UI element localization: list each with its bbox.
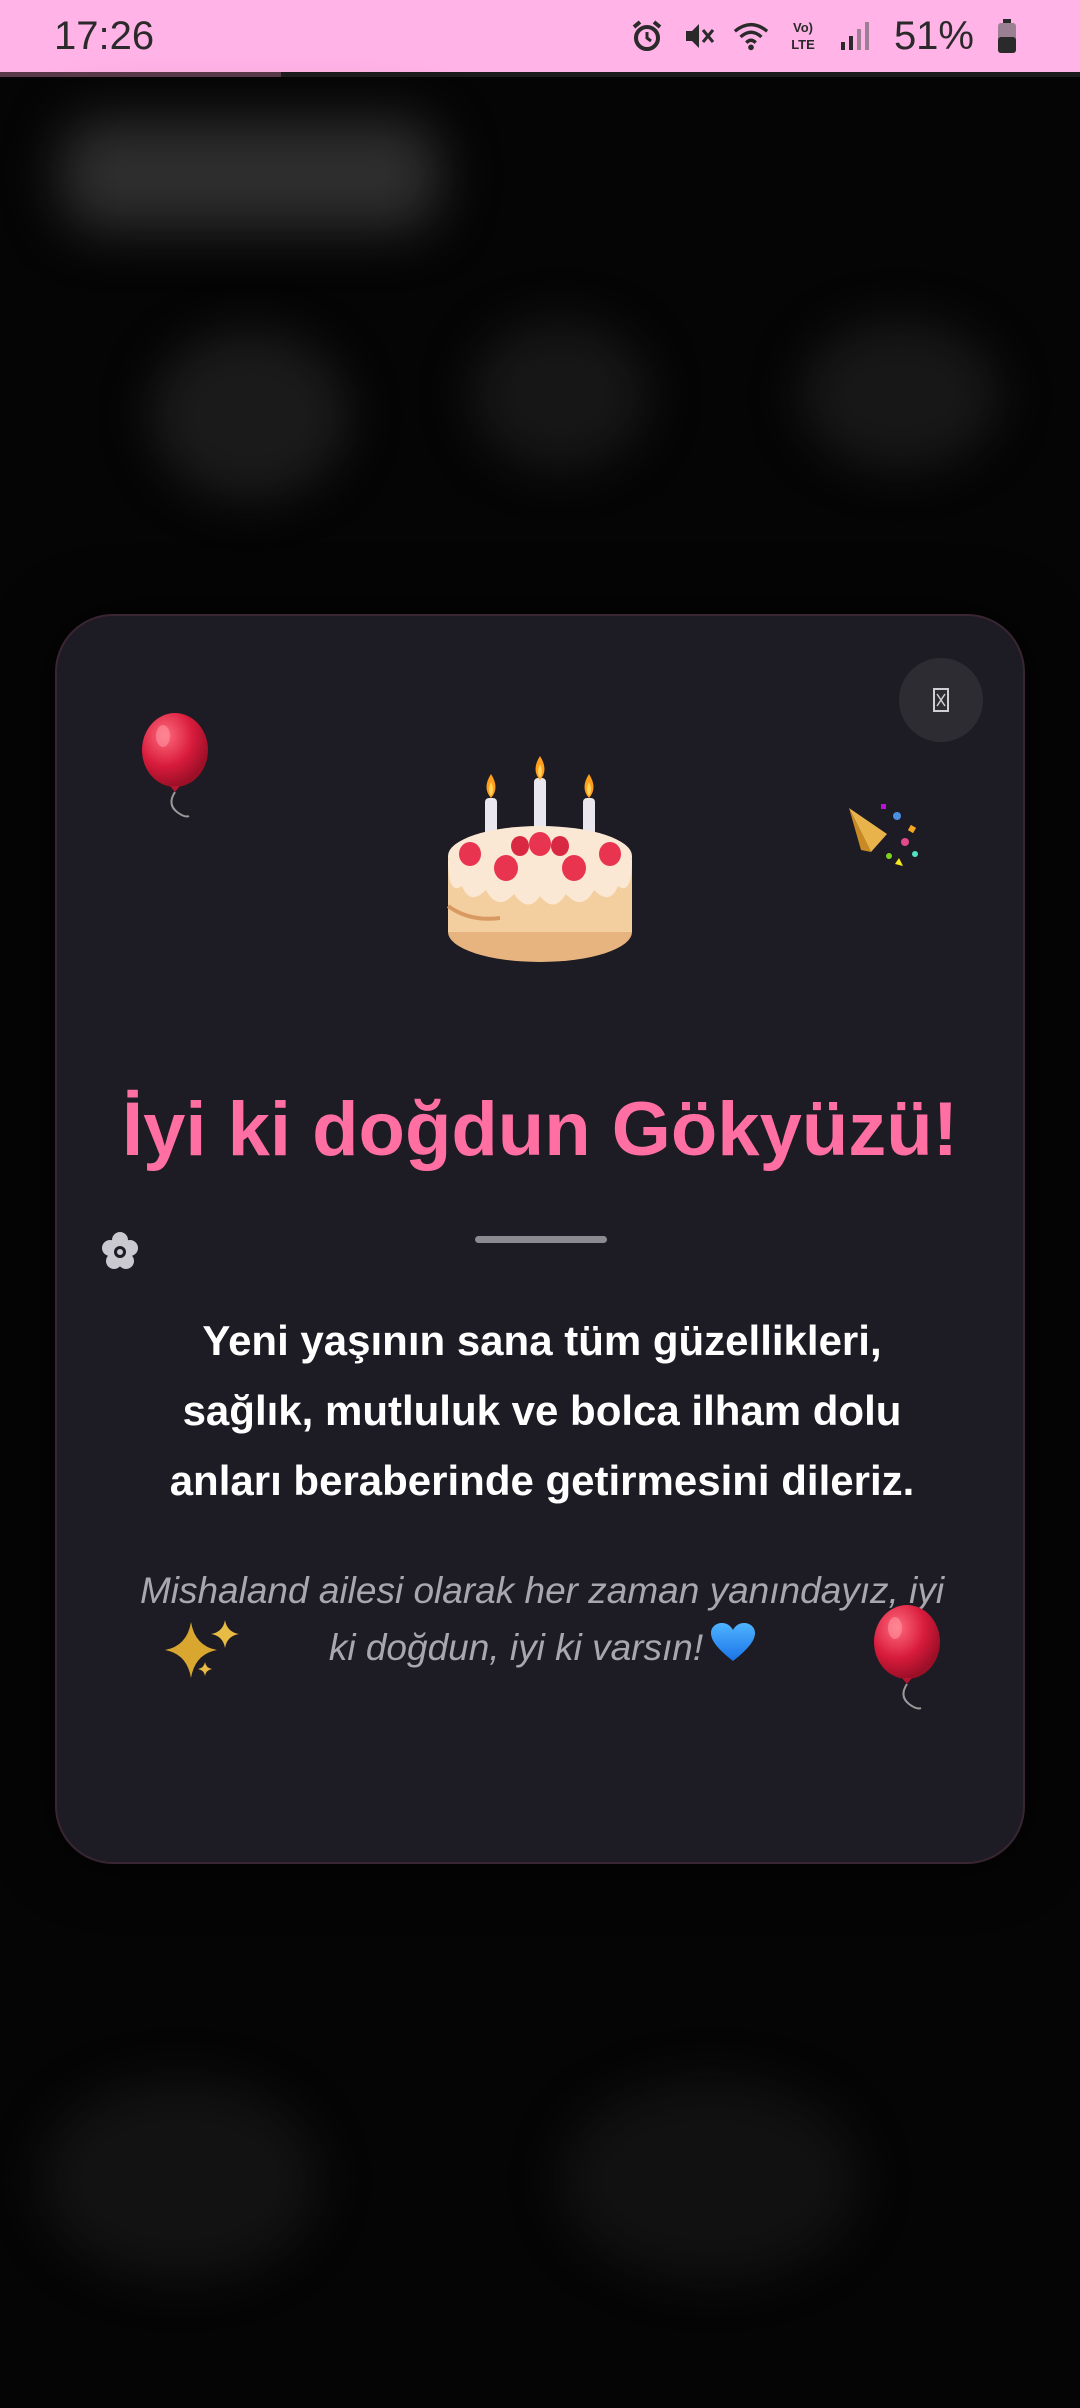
signature-line: Mishaland ailesi olarak her zaman yanınd… [139,1570,945,1611]
close-icon [933,688,949,712]
wifi-icon [732,16,770,56]
mute-icon [680,16,718,56]
title-divider [475,1236,607,1243]
birthday-title: İyi ki doğdun Gökyüzü! [122,1087,958,1172]
volte-icon: Vo) LTE [784,16,822,56]
message-line: sağlık, mutluluk ve bolca ilham dolu [182,1387,902,1434]
battery-percent: 51% [893,13,974,58]
birthday-dialog: İyi ki doğdun Gökyüzü! Yeni yaşının sana… [55,614,1025,1864]
flower-icon [99,1230,141,1276]
screen: 17:26 Vo) LTE 51% İyi ki doğdun Gökyüzü!… [0,0,1080,2408]
blurred-background-shape [40,2080,320,2280]
status-time: 17:26 [54,13,155,58]
signature-text: Mishaland ailesi olarak her zaman yanınd… [127,1562,957,1679]
close-button[interactable] [899,658,983,742]
page-load-progress [0,72,1080,77]
battery-icon [988,16,1026,56]
balloon-icon [869,1604,949,1718]
message-line: Yeni yaşının sana tüm güzellikleri, [202,1317,882,1364]
signal-icon [836,16,874,56]
birthday-message: Yeni yaşının sana tüm güzellikleri, sağl… [117,1306,967,1516]
blurred-background-shape [60,120,440,230]
svg-text:LTE: LTE [791,37,815,52]
cake-icon [57,756,1023,966]
status-icons: Vo) LTE 51% [628,14,1026,59]
status-bar: 17:26 Vo) LTE 51% [0,0,1080,72]
svg-text:Vo): Vo) [793,20,813,35]
blurred-background-shape [560,2080,860,2280]
blurred-background-shape [800,320,1000,470]
message-line: anları beraberinde getirmesini dileriz. [169,1457,915,1504]
page-load-progress-fill [0,72,281,77]
blurred-background-shape [150,330,350,500]
sparkles-icon [165,1616,243,1686]
alarm-icon [628,16,666,56]
heart-icon [711,1622,756,1679]
blurred-background-shape [470,320,650,470]
signature-line: ki doğdun, iyi ki varsın! [127,1619,957,1679]
signature-line-text: ki doğdun, iyi ki varsın! [328,1627,704,1668]
